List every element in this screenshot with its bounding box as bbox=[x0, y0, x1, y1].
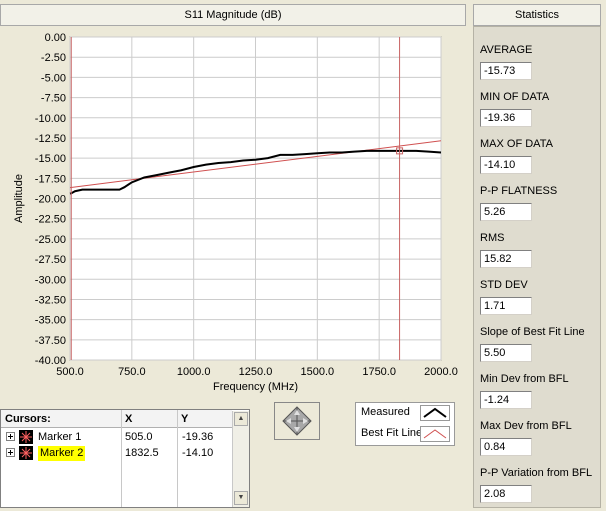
stat-value-min: -19.36 bbox=[480, 109, 532, 127]
y-tick-label: -20.00 bbox=[35, 194, 66, 206]
stat-value-average: -15.73 bbox=[480, 62, 532, 80]
y-tick-label: -37.50 bbox=[35, 335, 66, 347]
y-tick-label: -12.50 bbox=[35, 133, 66, 145]
plot-legend[interactable]: Measured Best Fit Line bbox=[355, 402, 455, 446]
stat-value-pp-variation: 2.08 bbox=[480, 485, 532, 503]
diamond-arrows-icon bbox=[282, 406, 312, 436]
cursor-name: Marker 1 bbox=[38, 431, 82, 443]
stat-label-average: AVERAGE bbox=[480, 44, 533, 56]
stat-label-min-dev: Min Dev from BFL bbox=[480, 373, 569, 385]
y-tick-label: -22.50 bbox=[35, 214, 66, 226]
marker-icon bbox=[19, 446, 33, 460]
legend-label-measured: Measured bbox=[361, 406, 410, 418]
chart-area[interactable]: 0.00 -2.50 -5.00 -7.50 -10.00 -12.50 -15.00 -17… bbox=[0, 24, 466, 401]
scroll-up-icon[interactable]: ▲ bbox=[234, 412, 248, 426]
y-tick-label: -2.50 bbox=[41, 52, 66, 64]
cursor-move-button[interactable] bbox=[274, 402, 320, 440]
stat-value-min-dev: -1.24 bbox=[480, 391, 532, 409]
y-tick-label: -30.00 bbox=[35, 274, 66, 286]
x-tick-label: 1250.0 bbox=[239, 366, 273, 378]
cursors-header: Cursors: bbox=[1, 410, 121, 428]
stat-value-std-dev: 1.71 bbox=[480, 297, 532, 315]
stat-label-pp-variation: P-P Variation from BFL bbox=[480, 467, 593, 479]
stat-label-rms: RMS bbox=[480, 232, 505, 244]
x-tick-label: 1000.0 bbox=[177, 366, 211, 378]
y-tick-label: -27.50 bbox=[35, 254, 66, 266]
stat-label-pp-flatness: P-P FLATNESS bbox=[480, 185, 558, 197]
stat-value-slope: 5.50 bbox=[480, 344, 532, 362]
y-tick-label: -32.50 bbox=[35, 294, 66, 306]
cursor-y: -19.36 bbox=[182, 431, 214, 443]
y-tick-label: 0.00 bbox=[45, 32, 66, 44]
y-tick-label: -7.50 bbox=[41, 93, 66, 105]
vertical-scrollbar[interactable]: ▲ ▼ bbox=[232, 411, 249, 507]
legend-label-best-fit: Best Fit Line bbox=[361, 427, 423, 439]
stat-value-pp-flatness: 5.26 bbox=[480, 203, 532, 221]
black-line-icon bbox=[420, 405, 450, 421]
x-tick-label: 750.0 bbox=[118, 366, 146, 378]
y-tick-label: -25.00 bbox=[35, 234, 66, 246]
stat-value-rms: 15.82 bbox=[480, 250, 532, 268]
cursors-table[interactable]: Cursors: X Y Marker 1 505.0 -19.36 Marke… bbox=[0, 409, 250, 508]
cursor-y: -14.10 bbox=[182, 447, 214, 459]
y-axis-label: Amplitude bbox=[13, 174, 25, 223]
marker-icon bbox=[19, 430, 33, 444]
y-tick-label: -10.00 bbox=[35, 113, 66, 125]
stat-label-std-dev: STD DEV bbox=[480, 279, 528, 291]
stat-label-slope: Slope of Best Fit Line bbox=[480, 326, 585, 338]
x-tick-label: 1500.0 bbox=[301, 366, 335, 378]
stat-label-min: MIN OF DATA bbox=[480, 91, 550, 103]
y-tick-label: -35.00 bbox=[35, 315, 66, 327]
cursors-y-header: Y bbox=[177, 410, 232, 428]
y-tick-label: -5.00 bbox=[41, 72, 66, 84]
x-tick-label: 1750.0 bbox=[362, 366, 396, 378]
x-tick-label: 2000.0 bbox=[424, 366, 458, 378]
scroll-down-icon[interactable]: ▼ bbox=[234, 491, 248, 505]
red-line-icon bbox=[420, 426, 450, 442]
cursor-x: 505.0 bbox=[125, 431, 153, 443]
stat-label-max-dev: Max Dev from BFL bbox=[480, 420, 572, 432]
expand-icon[interactable] bbox=[6, 432, 16, 442]
cursor-x: 1832.5 bbox=[125, 447, 159, 459]
statistics-panel: AVERAGE -15.73 MIN OF DATA -19.36 MAX OF… bbox=[473, 26, 601, 508]
cursors-x-header: X bbox=[121, 410, 177, 428]
expand-icon[interactable] bbox=[6, 448, 16, 458]
y-tick-label: -15.00 bbox=[35, 153, 66, 165]
chart-title: S11 Magnitude (dB) bbox=[0, 4, 466, 26]
stat-value-max: -14.10 bbox=[480, 156, 532, 174]
x-tick-label: 500.0 bbox=[56, 366, 84, 378]
x-axis-label: Frequency (MHz) bbox=[213, 381, 298, 393]
stat-label-max: MAX OF DATA bbox=[480, 138, 553, 150]
stats-title: Statistics bbox=[473, 4, 601, 26]
cursor-name-selected: Marker 2 bbox=[38, 446, 86, 461]
stat-value-max-dev: 0.84 bbox=[480, 438, 532, 456]
y-tick-label: -17.50 bbox=[35, 173, 66, 185]
